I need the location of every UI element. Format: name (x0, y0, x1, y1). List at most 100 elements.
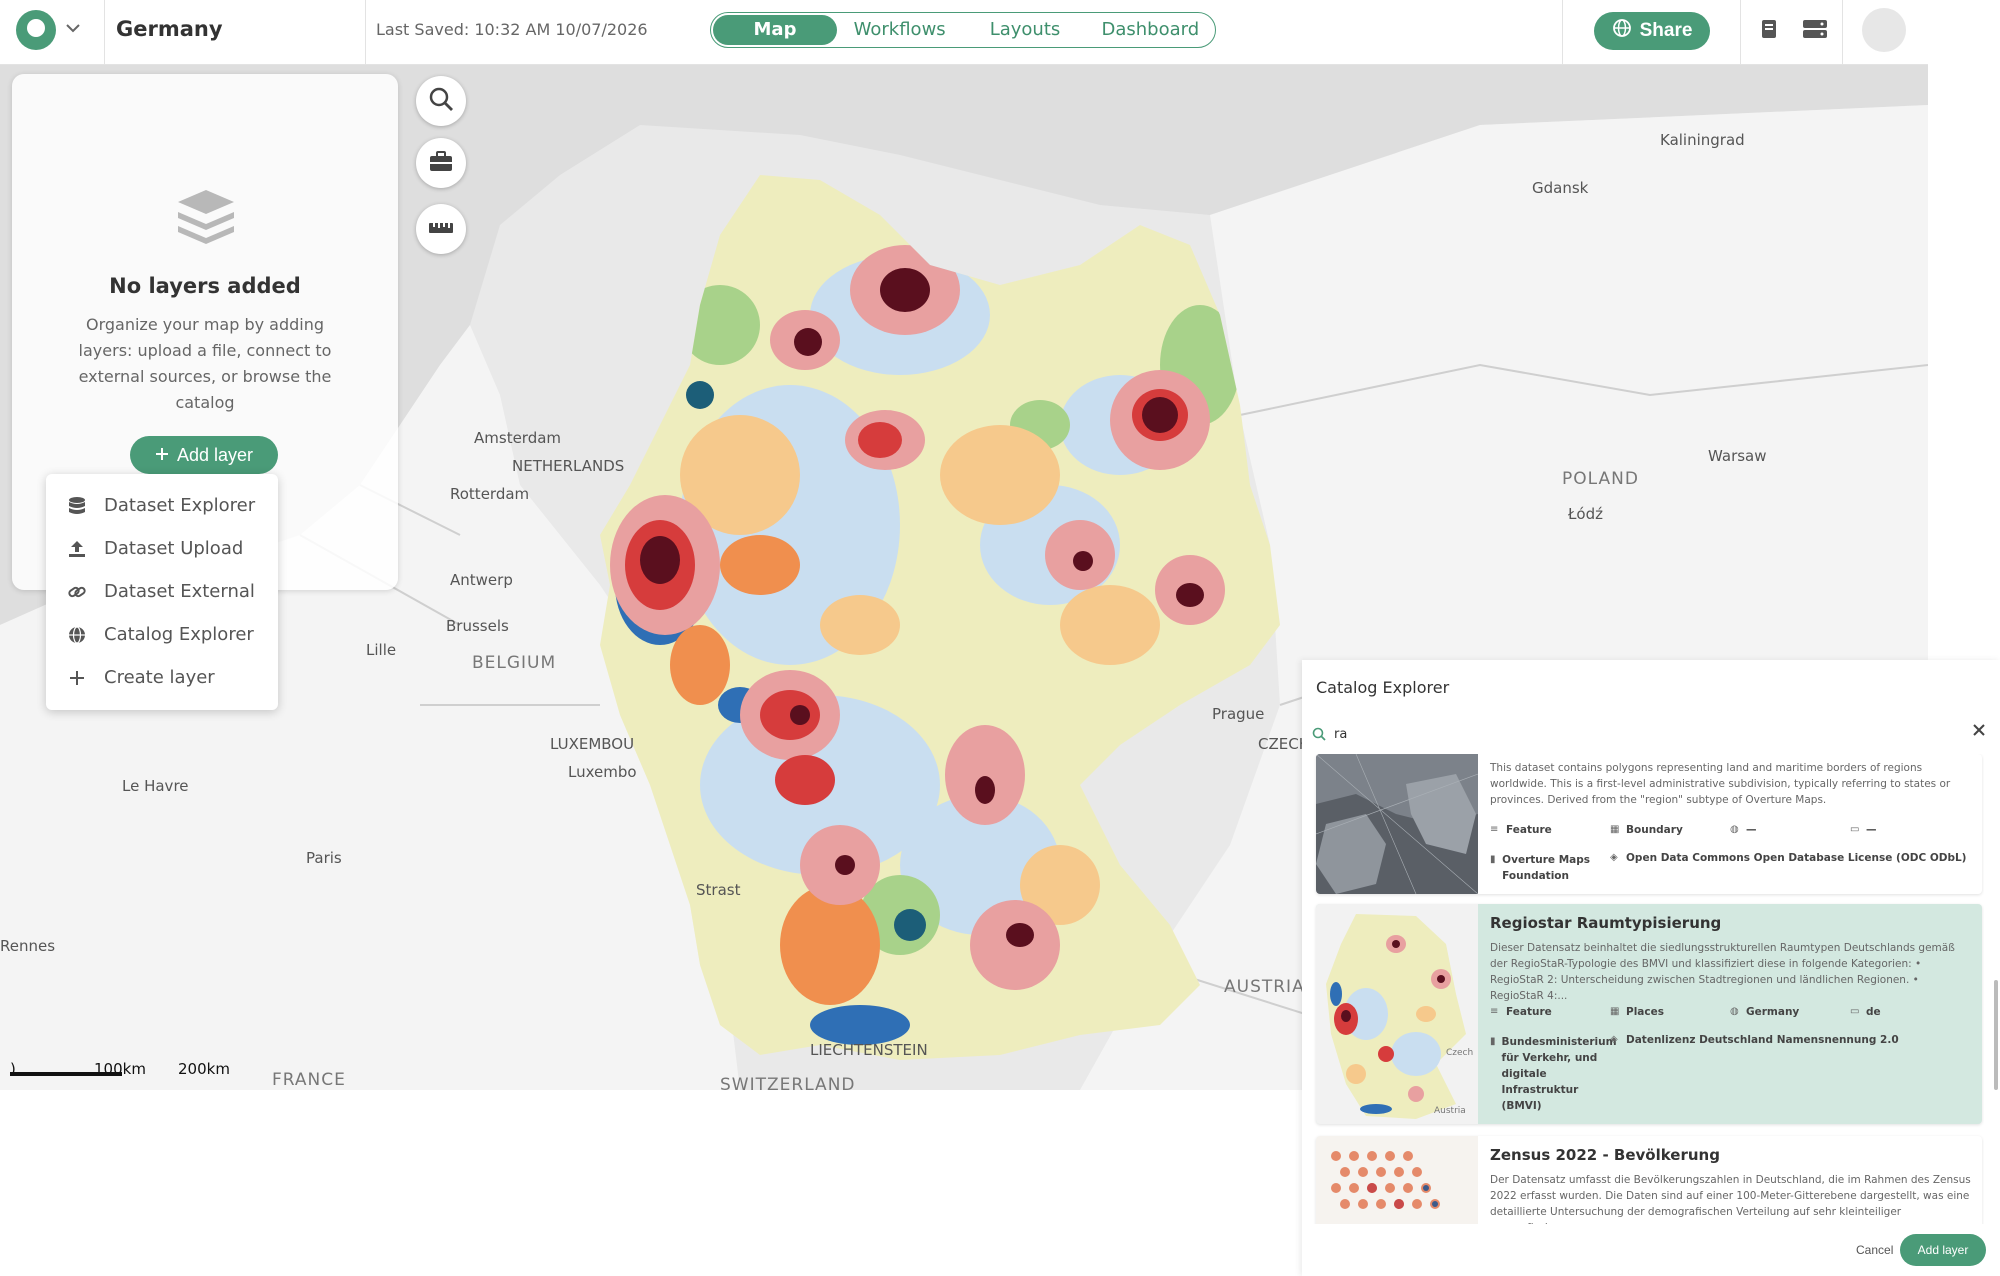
map-label-city: Rennes (0, 937, 56, 955)
divider (365, 0, 366, 64)
upload-icon (66, 538, 88, 560)
map-label-city: Paris (306, 849, 342, 867)
menu-item-label: Dataset Upload (104, 538, 244, 559)
dataset-thumbnail (1316, 1136, 1478, 1224)
globe-icon (1612, 18, 1632, 44)
map-label-country: NETHERLANDS (512, 457, 625, 475)
plus-icon (155, 445, 169, 466)
catalog-scrollbar[interactable] (1994, 980, 1998, 1090)
catalog-card[interactable]: This dataset contains polygons represent… (1316, 754, 1982, 894)
scale-bar: ) 100km 200km (10, 1060, 230, 1078)
empty-state-title: No layers added (109, 274, 301, 298)
menu-item-dataset-external[interactable]: Dataset External (46, 570, 278, 613)
menu-item-catalog-explorer[interactable]: Catalog Explorer (46, 613, 278, 656)
divider (1740, 0, 1741, 64)
menu-item-label: Dataset Explorer (104, 495, 256, 516)
dataset-description: Dieser Datensatz beinhaltet die siedlung… (1490, 942, 1955, 1002)
globe-icon: ◍ (1730, 1006, 1739, 1017)
dataset-type: ≡ Feature (1490, 824, 1552, 836)
map-label-city: Łódź (1568, 505, 1604, 523)
map-measure-button[interactable] (416, 204, 466, 254)
dataset-title: Regiostar Raumtypisierung (1490, 914, 1722, 932)
catalog-card-selected[interactable]: Czech Austria Regiostar Raumtypisierung … (1316, 904, 1982, 1124)
dataset-provider: ▮ Overture Maps Foundation (1490, 854, 1590, 882)
tab-dashboard[interactable]: Dashboard (1088, 15, 1213, 45)
dataset-category: ▦ Places (1610, 1006, 1664, 1018)
search-icon (428, 86, 454, 116)
map-label-country: AUSTRIA (1224, 977, 1305, 997)
map-label-city: Gdansk (1532, 179, 1589, 197)
building-icon: ▮ (1490, 854, 1496, 865)
book-icon[interactable] (1758, 18, 1780, 40)
layers-icon: ≡ (1490, 824, 1499, 835)
menu-item-label: Catalog Explorer (104, 624, 254, 645)
share-button[interactable]: Share (1594, 12, 1710, 50)
share-label: Share (1639, 20, 1693, 41)
map-label-city: Le Havre (122, 777, 189, 795)
divider (1842, 0, 1843, 64)
project-title[interactable]: Germany (116, 17, 223, 41)
logo-icon[interactable] (16, 10, 56, 50)
dataset-title: Zensus 2022 - Bevölkerung (1490, 1146, 1720, 1164)
server-icon[interactable] (1802, 18, 1827, 40)
add-layer-button[interactable]: Add layer (130, 436, 278, 474)
globe-icon (66, 624, 88, 646)
map-label-city: Kaliningrad (1660, 131, 1745, 149)
avatar[interactable] (1862, 8, 1906, 52)
catalog-title: Catalog Explorer (1316, 678, 1450, 697)
grid-icon: ▦ (1610, 824, 1620, 835)
catalog-add-layer-button[interactable]: Add layer (1900, 1234, 1986, 1266)
layers-icon: ≡ (1490, 1006, 1499, 1017)
search-icon (1312, 726, 1326, 745)
menu-item-label: Create layer (104, 667, 215, 688)
plus-icon (66, 667, 88, 689)
layers-icon (176, 188, 236, 250)
dataset-coverage: ◍ Germany (1730, 1006, 1800, 1018)
tab-workflows[interactable]: Workflows (837, 15, 962, 45)
tab-layouts[interactable]: Layouts (962, 15, 1087, 45)
toolbox-icon (428, 149, 454, 177)
map-label-city: Rotterdam (450, 485, 530, 503)
empty-state-description: Organize your map by adding layers: uplo… (78, 315, 332, 412)
catalog-explorer-panel: Catalog Explorer This dataset contains p… (1302, 660, 2000, 1276)
top-bar: Germany Last Saved: 10:32 AM 10/07/2026 … (0, 0, 1928, 65)
dataset-thumbnail: Czech Austria (1316, 904, 1478, 1124)
dataset-coverage: ◍ — (1730, 824, 1757, 836)
dataset-license: ◈ Datenlizenz Deutschland Namensnennung 2… (1610, 1034, 1899, 1046)
map-label-country: LIECHTENSTEIN (810, 1041, 928, 1059)
menu-item-dataset-upload[interactable]: Dataset Upload (46, 527, 278, 570)
chevron-down-icon[interactable] (64, 18, 82, 42)
grid-icon: ▦ (1610, 1006, 1620, 1017)
map-search-button[interactable] (416, 76, 466, 126)
menu-item-create-layer[interactable]: Create layer (46, 656, 278, 699)
dataset-type: ≡ Feature (1490, 1006, 1552, 1018)
tag-icon: ▭ (1850, 1006, 1860, 1017)
scale-line (10, 1072, 122, 1076)
divider (1562, 0, 1563, 64)
dataset-license: ◈ Open Data Commons Open Database License… (1610, 852, 1967, 864)
dataset-description: This dataset contains polygons represent… (1490, 762, 1951, 806)
database-icon (66, 495, 88, 517)
divider (104, 0, 105, 64)
map-tools-button[interactable] (416, 138, 466, 188)
catalog-card[interactable]: Zensus 2022 - Bevölkerung Der Datensatz … (1316, 1136, 1982, 1224)
globe-icon: ◍ (1730, 824, 1739, 835)
dataset-format: ▭ de (1850, 1006, 1881, 1018)
dataset-format: ▭ — (1850, 824, 1877, 836)
map-label-country: LUXEMBOU (550, 735, 635, 753)
tab-map[interactable]: Map (713, 15, 837, 45)
map-label-city: Luxembo (568, 763, 637, 781)
dataset-category: ▦ Boundary (1610, 824, 1683, 836)
catalog-search-input[interactable] (1332, 722, 1956, 746)
license-icon: ◈ (1610, 1034, 1618, 1045)
cancel-button[interactable]: Cancel (1850, 1242, 1899, 1258)
link-icon (66, 581, 88, 603)
menu-item-dataset-explorer[interactable]: Dataset Explorer (46, 484, 278, 527)
close-icon[interactable] (1972, 722, 1986, 741)
dataset-provider: ▮ Bundesministerium für Verkehr, und digi… (1490, 1036, 1617, 1112)
last-saved-status: Last Saved: 10:32 AM 10/07/2026 (376, 20, 648, 39)
map-label-city: Amsterdam (474, 429, 562, 447)
map-label-country: BELGIUM (472, 653, 557, 673)
tag-icon: ▭ (1850, 824, 1860, 835)
map-label-city: Prague (1212, 705, 1265, 723)
